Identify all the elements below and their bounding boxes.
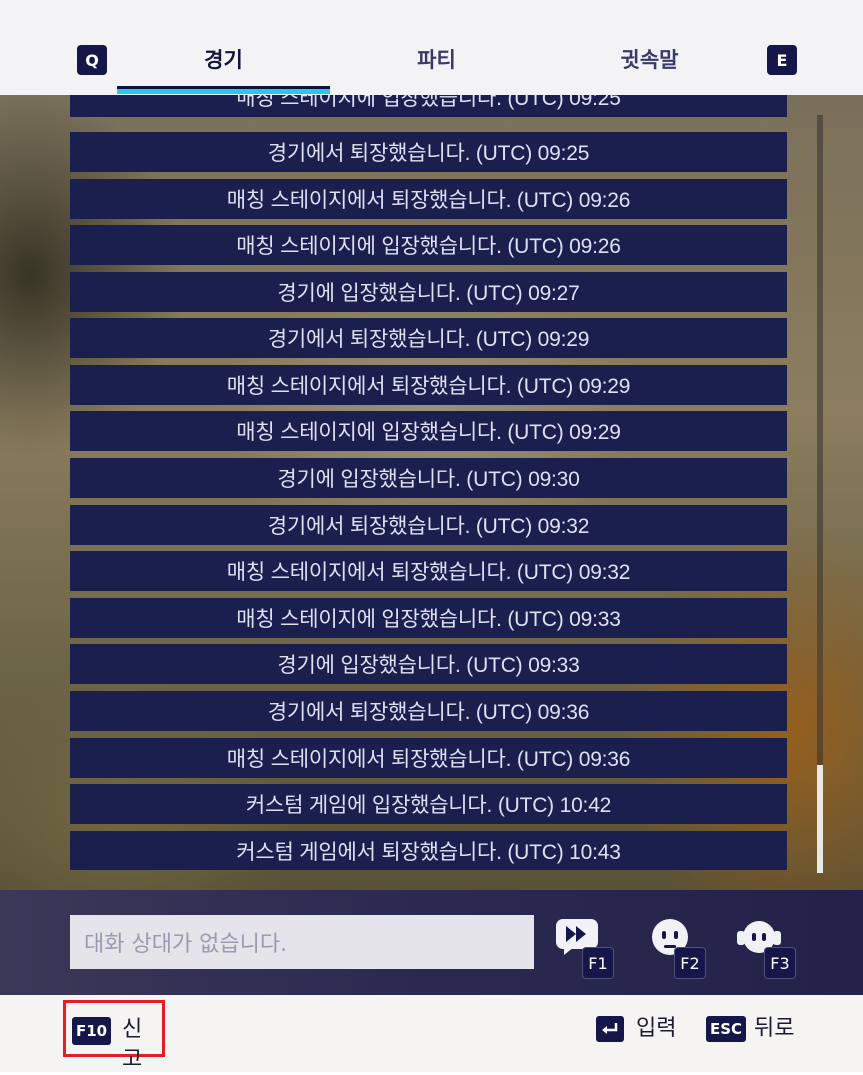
quick-chat-button[interactable]: F1 — [554, 915, 616, 979]
f1-key: F1 — [582, 947, 614, 979]
log-message: 매칭 스테이지에 입장했습니다. (UTC) 09:25 — [70, 95, 787, 117]
log-message: 경기에 입장했습니다. (UTC) 09:30 — [70, 458, 787, 498]
back-label: 뒤로 — [754, 1016, 795, 1041]
report-button[interactable]: F10 신고 — [63, 1000, 165, 1072]
f10-key: F10 — [72, 1017, 112, 1045]
tab-bar: Q 경기 파티 귓속말 E — [0, 0, 863, 95]
log-message: 경기에서 퇴장했습니다. (UTC) 09:36 — [70, 691, 787, 731]
log-message: 커스텀 게임에 입장했습니다. (UTC) 10:42 — [70, 784, 787, 824]
tab-prev-key[interactable]: Q — [77, 45, 107, 75]
log-message: 경기에서 퇴장했습니다. (UTC) 09:32 — [70, 505, 787, 545]
log-message: 매칭 스테이지에 입장했습니다. (UTC) 09:29 — [70, 411, 787, 451]
log-message: 매칭 스테이지에 입장했습니다. (UTC) 09:33 — [70, 598, 787, 638]
log-message: 매칭 스테이지에서 퇴장했습니다. (UTC) 09:29 — [70, 365, 787, 405]
back-button[interactable]: ESC 뒤로 — [706, 1013, 798, 1047]
log-message: 매칭 스테이지에서 퇴장했습니다. (UTC) 09:32 — [70, 551, 787, 591]
active-tab-indicator — [117, 86, 330, 94]
tab-party[interactable]: 파티 — [330, 40, 543, 80]
enter-key-icon — [596, 1016, 624, 1042]
scrollbar-thumb[interactable] — [817, 765, 823, 873]
f3-key: F3 — [764, 947, 796, 979]
log-message: 매칭 스테이지에서 퇴장했습니다. (UTC) 09:36 — [70, 738, 787, 778]
enter-label: 입력 — [636, 1016, 677, 1041]
enter-button[interactable]: 입력 — [596, 1013, 678, 1047]
log-message: 경기에 입장했습니다. (UTC) 09:27 — [70, 272, 787, 312]
f2-key: F2 — [674, 947, 706, 979]
log-message: 매칭 스테이지에 입장했습니다. (UTC) 09:26 — [70, 225, 787, 265]
esc-key: ESC — [706, 1016, 747, 1042]
tab-next-key[interactable]: E — [767, 45, 797, 75]
chat-log[interactable]: 매칭 스테이지에 입장했습니다. (UTC) 09:25 경기에서 퇴장했습니다… — [70, 95, 787, 870]
voice-chat-button[interactable]: F3 — [734, 915, 796, 979]
log-message: 매칭 스테이지에서 퇴장했습니다. (UTC) 09:26 — [70, 179, 787, 219]
log-message: 경기에 입장했습니다. (UTC) 09:33 — [70, 644, 787, 684]
tab-match[interactable]: 경기 — [117, 40, 330, 80]
emote-button[interactable]: F2 — [646, 915, 708, 979]
log-message: 커스텀 게임에서 퇴장했습니다. (UTC) 10:43 — [70, 831, 787, 870]
chat-input[interactable]: 대화 상대가 없습니다. — [70, 915, 534, 969]
chat-scrollbar[interactable] — [817, 115, 823, 873]
log-message: 경기에서 퇴장했습니다. (UTC) 09:29 — [70, 318, 787, 358]
report-label: 신고 — [122, 1017, 143, 1072]
log-message: 경기에서 퇴장했습니다. (UTC) 09:25 — [70, 132, 787, 172]
tab-whisper[interactable]: 귓속말 — [543, 40, 756, 80]
